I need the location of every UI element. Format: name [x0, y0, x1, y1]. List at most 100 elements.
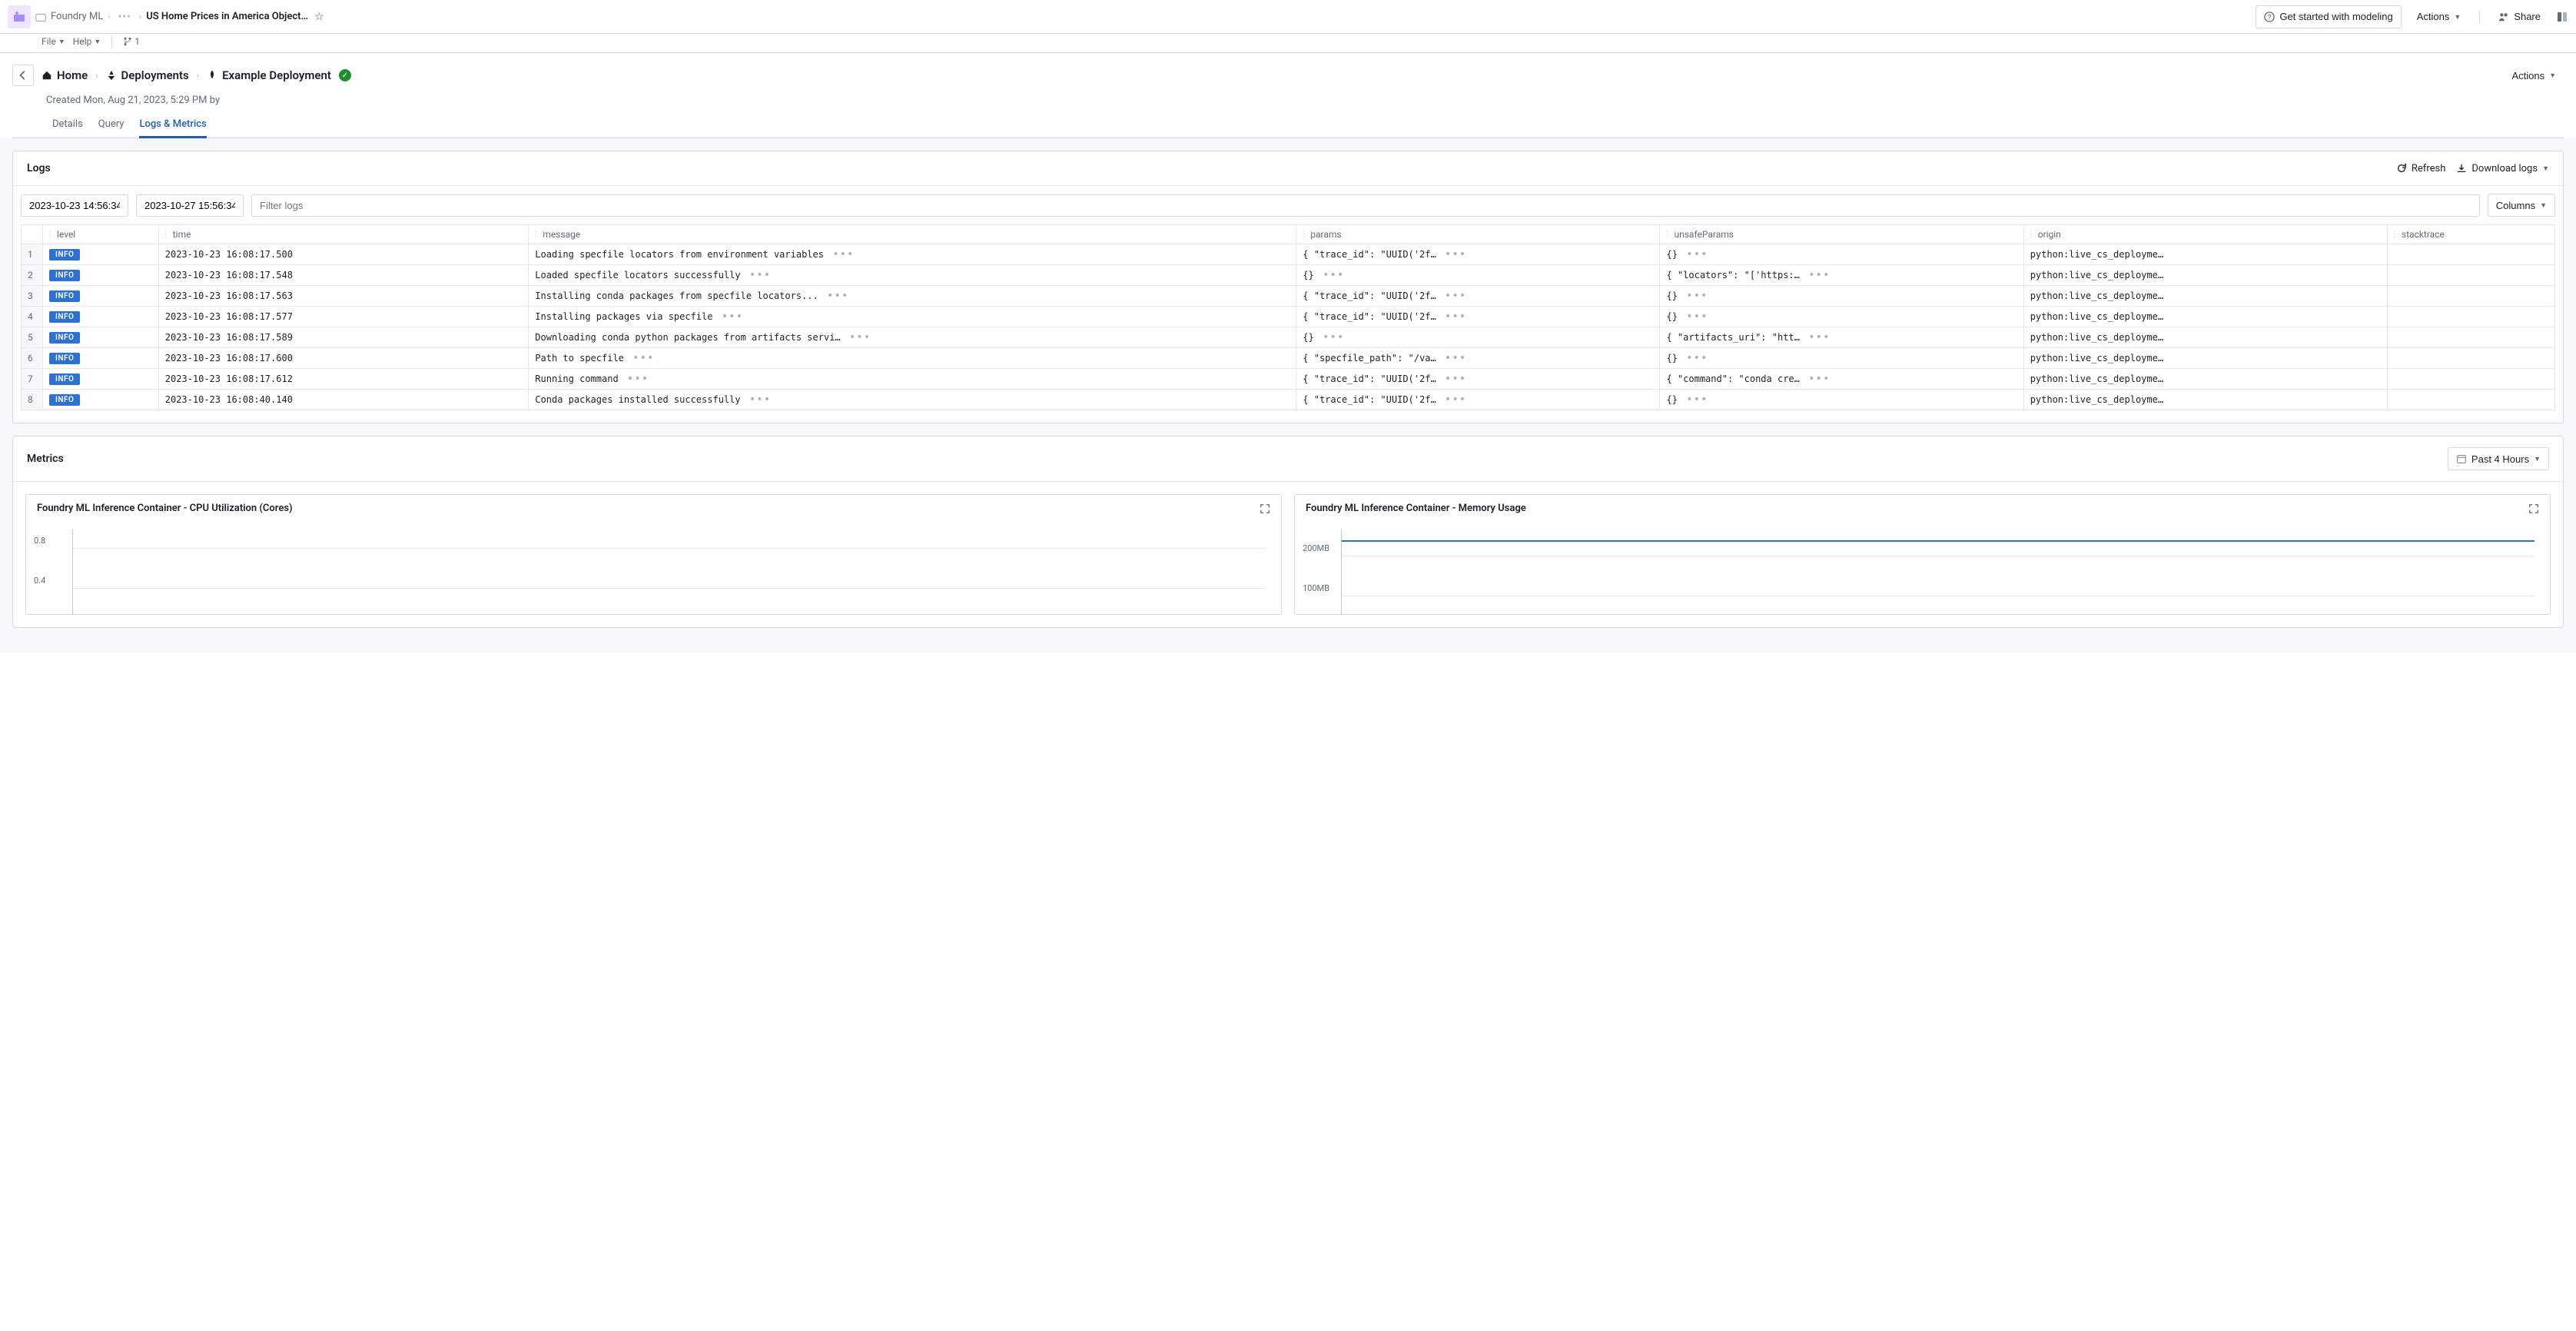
cell-level: INFO: [43, 369, 159, 390]
download-logs-button[interactable]: Download logs ▼: [2456, 163, 2549, 174]
table-row[interactable]: 8INFO2023-10-23 16:08:40.140Conda packag…: [22, 390, 2555, 410]
panel-toggle-icon[interactable]: [2556, 11, 2568, 23]
cell-unsafe: { "locators": "['https:… •••: [1660, 265, 2023, 286]
more-icon[interactable]: •••: [1442, 310, 1469, 323]
col-time[interactable]: ⋮⋮time: [158, 225, 529, 244]
cell-params: { "trace_id": "UUID('2f… •••: [1296, 307, 1660, 327]
refresh-button[interactable]: Refresh: [2396, 163, 2445, 174]
help-menu[interactable]: Help ▼: [73, 36, 101, 47]
more-icon[interactable]: •••: [1805, 331, 1833, 344]
metrics-panel: Metrics Past 4 Hours ▼ Foundry ML Infere…: [12, 436, 2564, 628]
col-origin[interactable]: ⋮⋮origin: [2023, 225, 2387, 244]
col-level[interactable]: ⋮⋮level: [43, 225, 159, 244]
get-started-button[interactable]: ? Get started with modeling: [2256, 5, 2401, 28]
breadcrumb-product[interactable]: Foundry ML: [51, 11, 103, 22]
filter-logs-input[interactable]: [251, 194, 2480, 217]
expand-icon[interactable]: [1260, 503, 1270, 514]
more-icon[interactable]: •••: [746, 269, 774, 281]
cell-time: 2023-10-23 16:08:17.612: [158, 369, 529, 390]
more-icon[interactable]: •••: [824, 290, 851, 302]
cell-origin: python:live_cs_deployme…: [2023, 286, 2387, 307]
more-icon[interactable]: •••: [1683, 352, 1711, 364]
more-icon[interactable]: •••: [629, 352, 657, 364]
time-range-button[interactable]: Past 4 Hours ▼: [2448, 447, 2549, 470]
back-button[interactable]: [12, 65, 34, 86]
more-icon[interactable]: •••: [746, 393, 774, 406]
memory-chart-title: Foundry ML Inference Container - Memory …: [1306, 503, 1526, 514]
tab-query[interactable]: Query: [98, 112, 124, 138]
cell-time: 2023-10-23 16:08:17.600: [158, 348, 529, 369]
breadcrumb-deployments[interactable]: Deployments: [106, 68, 189, 82]
table-row[interactable]: 6INFO2023-10-23 16:08:17.600Path to spec…: [22, 348, 2555, 369]
more-icon[interactable]: •••: [829, 248, 857, 261]
cell-stacktrace: [2387, 327, 2554, 348]
cell-level: INFO: [43, 265, 159, 286]
cell-params: { "trace_id": "UUID('2f… •••: [1296, 390, 1660, 410]
table-row[interactable]: 1INFO2023-10-23 16:08:17.500Loading spec…: [22, 244, 2555, 265]
more-icon[interactable]: •••: [1805, 373, 1833, 385]
columns-button[interactable]: Columns ▼: [2488, 194, 2555, 217]
more-icon[interactable]: •••: [719, 310, 746, 323]
cell-message: Installing packages via specfile •••: [529, 307, 1296, 327]
cell-unsafe: {} •••: [1660, 390, 2023, 410]
table-row[interactable]: 7INFO2023-10-23 16:08:17.612Running comm…: [22, 369, 2555, 390]
cell-level: INFO: [43, 348, 159, 369]
cell-unsafe: { "artifacts_uri": "htt… •••: [1660, 327, 2023, 348]
cell-message: Downloading conda python packages from a…: [529, 327, 1296, 348]
row-number: 1: [22, 244, 43, 265]
cell-unsafe: {} •••: [1660, 348, 2023, 369]
breadcrumb-home[interactable]: Home: [41, 68, 88, 82]
row-number: 8: [22, 390, 43, 410]
logs-panel: Logs Refresh Download logs ▼ Columns ▼: [12, 151, 2564, 423]
more-icon[interactable]: •••: [1442, 290, 1469, 302]
more-icon[interactable]: •••: [1683, 248, 1711, 261]
col-params[interactable]: ⋮⋮params: [1296, 225, 1660, 244]
date-from-input[interactable]: [21, 194, 128, 217]
star-icon[interactable]: ☆: [314, 11, 324, 23]
cell-stacktrace: [2387, 390, 2554, 410]
expand-icon[interactable]: [2528, 503, 2539, 514]
more-icon[interactable]: •••: [1442, 393, 1469, 406]
more-icon[interactable]: •••: [624, 373, 652, 385]
cell-unsafe: {} •••: [1660, 307, 2023, 327]
table-row[interactable]: 4INFO2023-10-23 16:08:17.577Installing p…: [22, 307, 2555, 327]
collaborators-indicator[interactable]: 1: [123, 36, 140, 47]
cell-level: INFO: [43, 244, 159, 265]
cell-origin: python:live_cs_deployme…: [2023, 369, 2387, 390]
more-icon[interactable]: •••: [1805, 269, 1833, 281]
more-icon[interactable]: •••: [1683, 290, 1711, 302]
page-actions-menu[interactable]: Actions ▼: [2504, 64, 2564, 87]
status-badge: ✓: [339, 69, 351, 81]
app-icon[interactable]: [8, 5, 31, 28]
cell-time: 2023-10-23 16:08:40.140: [158, 390, 529, 410]
tab-details[interactable]: Details: [52, 112, 83, 138]
table-row[interactable]: 3INFO2023-10-23 16:08:17.563Installing c…: [22, 286, 2555, 307]
more-icon[interactable]: •••: [1442, 373, 1469, 385]
more-icon[interactable]: •••: [1320, 269, 1347, 281]
cell-origin: python:live_cs_deployme…: [2023, 244, 2387, 265]
share-button[interactable]: Share: [2491, 5, 2548, 28]
table-row[interactable]: 2INFO2023-10-23 16:08:17.548Loaded specf…: [22, 265, 2555, 286]
row-number: 5: [22, 327, 43, 348]
chevron-right-icon: ›: [139, 12, 141, 22]
more-icon[interactable]: •••: [1442, 248, 1469, 261]
col-message[interactable]: ⋮⋮message: [529, 225, 1296, 244]
col-unsafeparams[interactable]: ⋮⋮unsafeParams: [1660, 225, 2023, 244]
date-to-input[interactable]: [136, 194, 244, 217]
cell-params: {} •••: [1296, 265, 1660, 286]
more-icon[interactable]: •••: [1442, 352, 1469, 364]
more-icon[interactable]: •••: [1683, 310, 1711, 323]
cell-time: 2023-10-23 16:08:17.500: [158, 244, 529, 265]
created-text: Created Mon, Aug 21, 2023, 5:29 PM by: [12, 87, 2564, 112]
more-icon[interactable]: •••: [846, 331, 874, 344]
actions-menu[interactable]: Actions ▼: [2409, 5, 2469, 28]
cell-time: 2023-10-23 16:08:17.577: [158, 307, 529, 327]
divider: [2479, 11, 2480, 23]
table-row[interactable]: 5INFO2023-10-23 16:08:17.589Downloading …: [22, 327, 2555, 348]
more-icon[interactable]: •••: [1320, 331, 1347, 344]
breadcrumb-overflow[interactable]: •••: [115, 11, 134, 23]
col-stacktrace[interactable]: ⋮⋮stacktrace: [2387, 225, 2554, 244]
more-icon[interactable]: •••: [1683, 393, 1711, 406]
file-menu[interactable]: File ▼: [41, 36, 65, 47]
tab-logs-metrics[interactable]: Logs & Metrics: [139, 112, 206, 138]
